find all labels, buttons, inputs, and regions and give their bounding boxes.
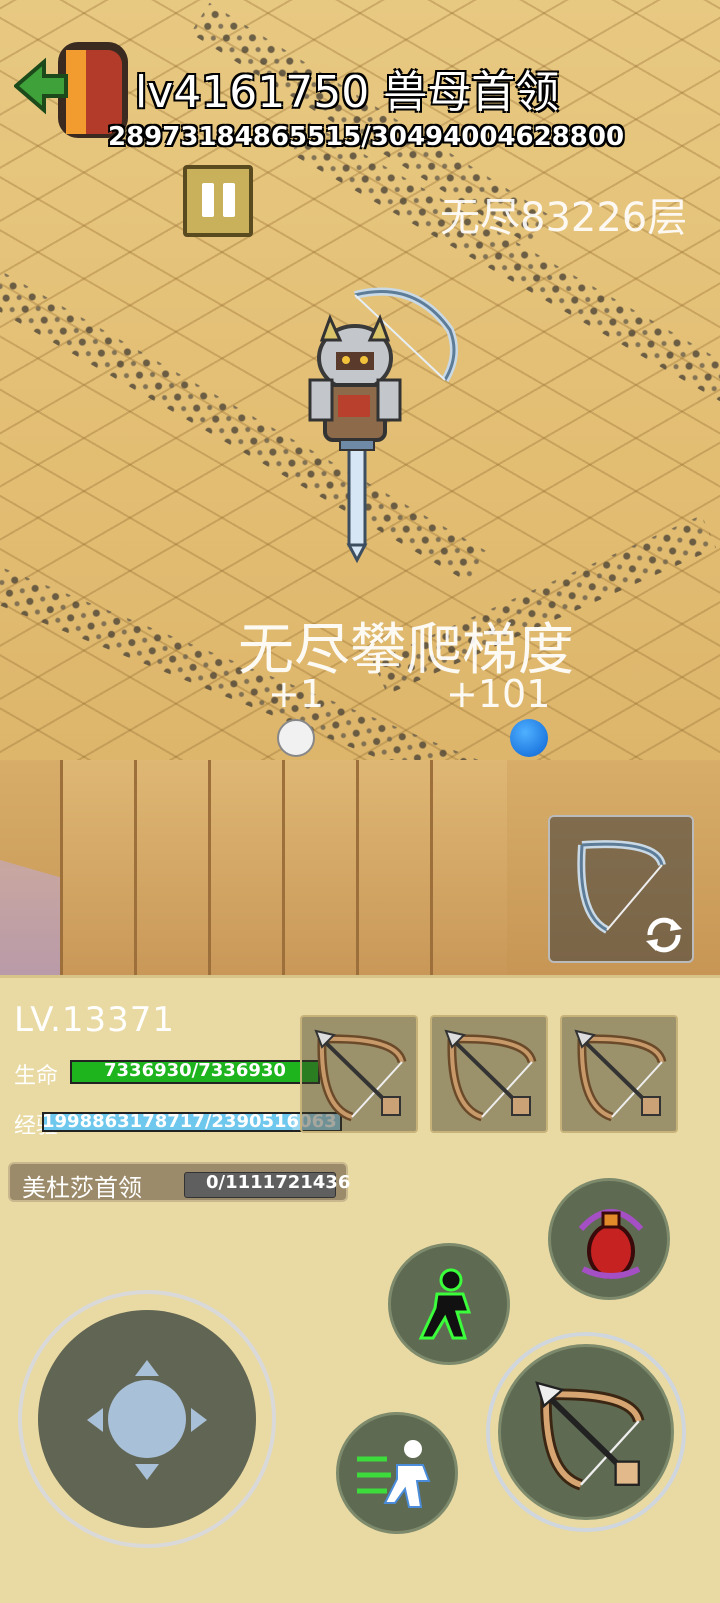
equipment-slot-2[interactable] bbox=[430, 1015, 548, 1133]
attack-button[interactable] bbox=[498, 1344, 674, 1520]
player-level: LV.13371 bbox=[14, 1000, 176, 1040]
hp-value: 7336930/7336930 bbox=[104, 1060, 286, 1081]
sprint-button[interactable] bbox=[336, 1412, 458, 1534]
swap-icon bbox=[646, 917, 682, 953]
floor-label: 无尽83226层 bbox=[440, 195, 688, 241]
equipment-slot-1[interactable] bbox=[300, 1015, 418, 1133]
xp-value: 1998863178717/2390516063 bbox=[42, 1111, 337, 1132]
equipment-slot-3[interactable] bbox=[560, 1015, 678, 1133]
potion-button[interactable] bbox=[548, 1178, 670, 1300]
bow-icon bbox=[535, 1381, 645, 1491]
cliff-block bbox=[208, 760, 285, 975]
cliff-block bbox=[60, 760, 137, 975]
right-choice-orb[interactable] bbox=[510, 719, 548, 757]
pause-button[interactable] bbox=[183, 165, 253, 237]
quest-boss-name: 美杜莎首领 bbox=[22, 1174, 142, 1202]
cliff-block bbox=[282, 760, 359, 975]
left-choice-orb[interactable] bbox=[277, 719, 315, 757]
potion-icon bbox=[578, 1209, 644, 1279]
cliff-block bbox=[356, 760, 433, 975]
joystick-arrows-icon bbox=[87, 1360, 207, 1480]
bow-icon bbox=[444, 1029, 537, 1122]
weapon-swap-button[interactable] bbox=[548, 815, 694, 963]
boss-hp-text: 28973184865515/30494004628800 bbox=[108, 122, 625, 152]
bow-icon bbox=[314, 1029, 407, 1122]
bow-icon bbox=[574, 1029, 667, 1122]
player-character bbox=[308, 287, 458, 564]
quest-boss-chip[interactable]: 美杜莎首领 0/1111721436 bbox=[8, 1162, 351, 1202]
left-bonus-label: +1 bbox=[268, 672, 325, 716]
sprint-icon bbox=[357, 1440, 431, 1508]
dash-button[interactable] bbox=[388, 1243, 510, 1365]
quest-progress-value: 0/1111721436 bbox=[206, 1172, 351, 1193]
right-bonus-label: +101 bbox=[446, 672, 551, 716]
dash-icon bbox=[418, 1268, 472, 1340]
cliff-block bbox=[430, 760, 507, 975]
boss-title: lv4161750 兽母首领 bbox=[135, 67, 560, 118]
hp-label: 生命 bbox=[14, 1064, 59, 1089]
cliff-block bbox=[134, 760, 211, 975]
